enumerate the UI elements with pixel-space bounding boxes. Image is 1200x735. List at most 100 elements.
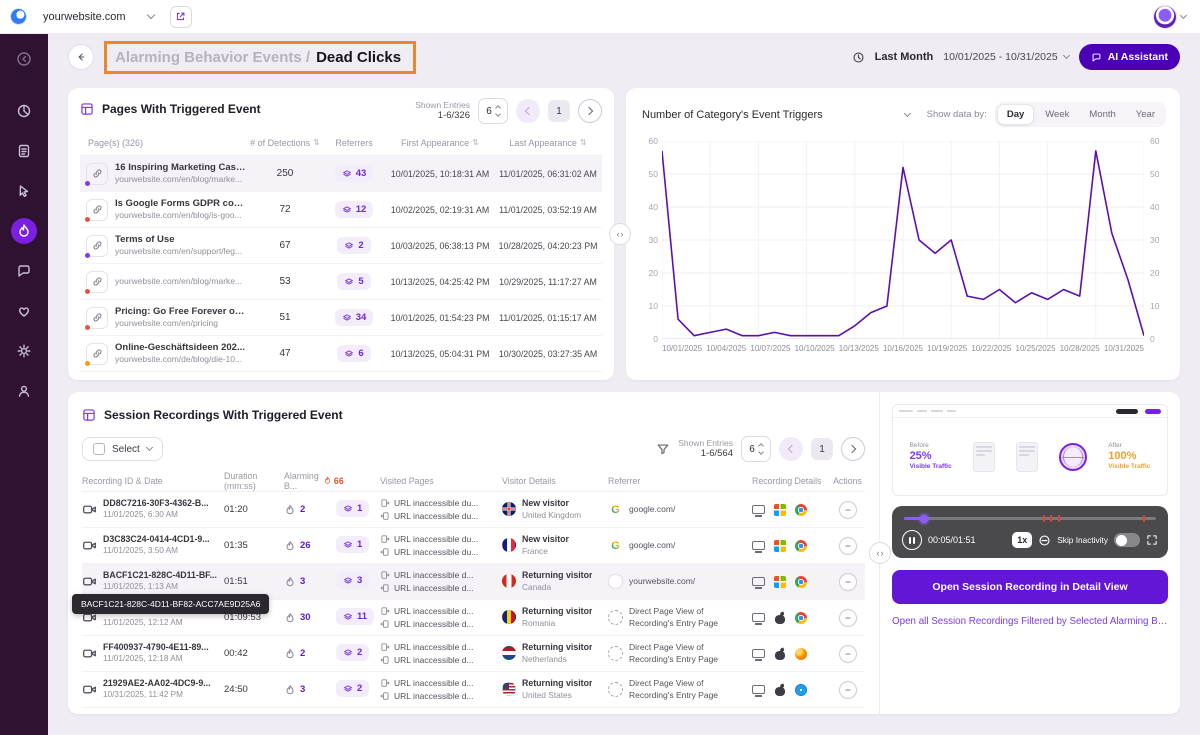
column-referrers[interactable]: Referrers (322, 138, 386, 148)
previous-page-button[interactable] (516, 99, 540, 123)
sidebar-item-dashboard[interactable] (11, 98, 37, 124)
visited-pages-badge[interactable]: 1 (336, 500, 369, 517)
pages-table-row[interactable]: Is Google Forms GDPR comp... yourwebsite… (80, 192, 602, 228)
column-visited-pages[interactable]: Visited Pages (380, 476, 502, 486)
current-page[interactable]: 1 (811, 438, 833, 460)
visited-page-item[interactable]: URL inaccessible d... (380, 691, 502, 701)
column-first-appearance[interactable]: First Appearance⇅ (386, 138, 494, 148)
row-actions-button[interactable] (839, 609, 857, 627)
back-button[interactable] (68, 44, 94, 70)
referrers-badge[interactable]: 12 (335, 201, 374, 218)
recordings-table-header: Recording ID & Date Duration (mm:ss) Ala… (82, 470, 865, 492)
referrers-badge[interactable]: 34 (335, 309, 374, 326)
account-menu[interactable] (1154, 6, 1186, 28)
visited-page-item[interactable]: URL inaccessible du... (380, 498, 502, 508)
column-referrer[interactable]: Referrer (608, 476, 752, 486)
period-year-button[interactable]: Year (1127, 105, 1164, 124)
skip-inactivity-toggle[interactable] (1114, 533, 1140, 547)
open-site-button[interactable] (170, 6, 192, 28)
visitor-type: Returning visitor (522, 606, 592, 617)
player-progress-track[interactable] (904, 517, 1156, 520)
next-page-button[interactable] (578, 99, 602, 123)
next-page-button[interactable] (841, 437, 865, 461)
sidebar-item-favorites[interactable] (11, 298, 37, 324)
visited-page-item[interactable]: URL inaccessible d... (380, 655, 502, 665)
recording-row[interactable]: DD8C7216-30F3-4362-B... 11/01/2025, 6:30… (82, 492, 865, 528)
visited-page-item[interactable]: URL inaccessible d... (380, 570, 502, 580)
referrers-badge[interactable]: 5 (337, 273, 370, 290)
panel-resize-toggle[interactable]: ‹› (609, 223, 631, 245)
visited-page-item[interactable]: URL inaccessible d... (380, 619, 502, 629)
pages-table-row[interactable]: Online-Geschäftsideen 202... yourwebsite… (80, 336, 602, 372)
fullscreen-icon[interactable] (1146, 534, 1158, 546)
column-recording-id[interactable]: Recording ID & Date (82, 476, 224, 486)
country-flag-icon (502, 574, 516, 588)
visited-page-item[interactable]: URL inaccessible du... (380, 511, 502, 521)
row-actions-button[interactable] (839, 573, 857, 591)
sidebar-item-settings[interactable] (11, 338, 37, 364)
ai-assistant-button[interactable]: AI Assistant (1079, 44, 1180, 70)
recording-thumbnail[interactable]: Before 25% Visible Traffic After 100% Vi… (892, 404, 1168, 496)
recording-row[interactable]: 21929AE2-AA02-4DC9-9... 10/31/2025, 11:4… (82, 672, 865, 708)
sidebar-item-alarming-events[interactable] (11, 218, 37, 244)
visited-page-item[interactable]: URL inaccessible du... (380, 534, 502, 544)
period-month-button[interactable]: Month (1080, 105, 1124, 124)
visited-pages-badge[interactable]: 2 (336, 644, 369, 661)
visited-pages-badge[interactable]: 11 (336, 608, 374, 625)
visited-pages-badge[interactable]: 2 (336, 680, 369, 697)
open-all-recordings-link[interactable]: Open all Session Recordings Filtered by … (892, 616, 1168, 627)
pages-table-row[interactable]: yourwebsite.com/en/blog/marke... 53 5 (80, 264, 602, 300)
column-detections[interactable]: # of Detections⇅ (248, 138, 322, 148)
player-progress-handle[interactable] (920, 514, 929, 523)
row-actions-button[interactable] (839, 681, 857, 699)
pages-table-row[interactable]: Pricing: Go Free Forever or C... yourweb… (80, 300, 602, 336)
column-visitor-details[interactable]: Visitor Details (502, 476, 608, 486)
column-recording-details[interactable]: Recording Details (752, 476, 830, 486)
pages-table-row[interactable]: Terms of Use yourwebsite.com/en/support/… (80, 228, 602, 264)
period-week-button[interactable]: Week (1036, 105, 1078, 124)
recording-row[interactable]: FF400937-4790-4E11-89... 11/01/2025, 12:… (82, 636, 865, 672)
previous-page-button[interactable] (779, 437, 803, 461)
row-actions-button[interactable] (839, 501, 857, 519)
panel-resize-toggle[interactable]: ‹› (869, 542, 891, 564)
sidebar-item-account[interactable] (11, 378, 37, 404)
sidebar-item-interactions[interactable] (11, 178, 37, 204)
chart-category-dropdown[interactable]: Number of Category's Event Triggers (642, 109, 910, 121)
select-dropdown[interactable]: Select (82, 437, 163, 461)
referrers-badge[interactable]: 43 (335, 165, 374, 182)
pause-button[interactable] (902, 530, 922, 550)
sidebar-item-forms[interactable] (11, 138, 37, 164)
visited-page-item[interactable]: URL inaccessible d... (380, 606, 502, 616)
visited-page-item[interactable]: URL inaccessible d... (380, 642, 502, 652)
sidebar-item-feedback[interactable] (11, 258, 37, 284)
date-range-selector[interactable]: 10/01/2025 - 10/31/2025 (943, 51, 1068, 63)
os-icon (774, 504, 786, 516)
current-page[interactable]: 1 (548, 100, 570, 122)
filter-button[interactable] (656, 442, 670, 456)
row-actions-button[interactable] (839, 537, 857, 555)
referrers-badge[interactable]: 2 (337, 237, 370, 254)
select-all-checkbox[interactable] (93, 443, 105, 455)
row-actions-button[interactable] (839, 645, 857, 663)
column-alarming[interactable]: Alarming B... 66 (284, 471, 336, 491)
site-selector[interactable]: yourwebsite.com (35, 7, 162, 27)
column-duration[interactable]: Duration (mm:ss) (224, 471, 284, 491)
chart-plot-area[interactable] (662, 141, 1144, 339)
visited-page-item[interactable]: URL inaccessible d... (380, 583, 502, 593)
column-last-appearance[interactable]: Last Appearance⇅ (494, 138, 602, 148)
column-pages[interactable]: Page(s) (326) (80, 138, 248, 148)
visited-page-item[interactable]: URL inaccessible d... (380, 678, 502, 688)
page-size-select[interactable]: 6 (741, 436, 771, 462)
referrers-badge[interactable]: 6 (337, 345, 370, 362)
playback-speed-button[interactable]: 1x (1012, 532, 1032, 548)
visited-page-item[interactable]: URL inaccessible du... (380, 547, 502, 557)
pages-table-row[interactable]: 16 Inspiring Marketing Case ... yourwebs… (80, 156, 602, 192)
recording-row[interactable]: D3C83C24-0414-4CD1-9... 11/01/2025, 3:50… (82, 528, 865, 564)
page-size-select[interactable]: 6 (478, 98, 508, 124)
open-detail-view-button[interactable]: Open Session Recording in Detail View (892, 570, 1168, 604)
period-day-button[interactable]: Day (997, 104, 1034, 125)
visited-pages-badge[interactable]: 3 (336, 572, 369, 589)
avatar (1154, 6, 1176, 28)
sidebar-collapse-icon[interactable] (11, 46, 37, 72)
visited-pages-badge[interactable]: 1 (336, 536, 369, 553)
